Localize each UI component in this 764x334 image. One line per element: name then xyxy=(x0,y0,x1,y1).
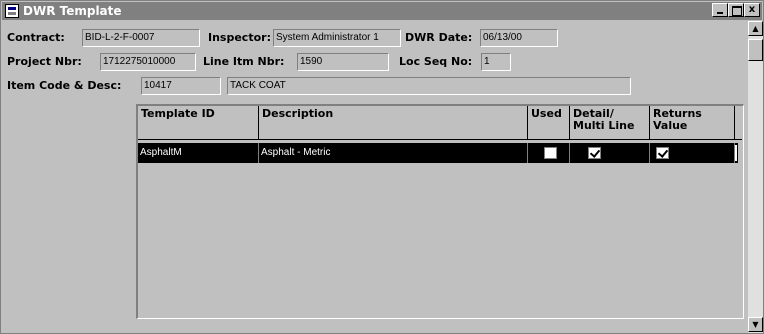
dwr-date-label: DWR Date: xyxy=(405,31,473,44)
loc-seq-no-field[interactable]: 1 xyxy=(481,53,511,71)
column-header-returns-value[interactable]: Returns Value xyxy=(650,106,735,140)
table-row[interactable]: AsphaltM Asphalt - Metric xyxy=(138,143,738,163)
project-nbr-field[interactable]: 1712275010000 xyxy=(100,53,196,71)
title-bar[interactable]: DWR Template x xyxy=(2,2,762,20)
contract-label: Contract: xyxy=(7,31,65,44)
item-code-field[interactable]: 10417 xyxy=(141,77,221,95)
window-title: DWR Template xyxy=(23,4,122,18)
scroll-thumb[interactable] xyxy=(748,39,763,61)
scroll-down-button[interactable]: ▼ xyxy=(748,317,763,332)
inspector-label: Inspector: xyxy=(208,31,271,44)
app-icon xyxy=(5,4,19,18)
cell-used xyxy=(528,143,570,163)
dwr-date-field[interactable]: 06/13/00 xyxy=(480,29,558,47)
returns-value-checkbox[interactable] xyxy=(656,147,669,159)
dwr-template-window: DWR Template x Contract: BID-L-2-F-0007 … xyxy=(0,0,764,334)
maximize-button[interactable] xyxy=(728,3,744,17)
column-header-template-id[interactable]: Template ID xyxy=(138,106,259,140)
row-focus-indicator xyxy=(735,145,737,161)
loc-seq-no-label: Loc Seq No: xyxy=(399,55,473,68)
close-button[interactable]: x xyxy=(744,3,760,17)
cell-template-id[interactable]: AsphaltM xyxy=(138,143,259,163)
cell-description[interactable]: Asphalt - Metric xyxy=(259,143,528,163)
inspector-field[interactable]: System Administrator 1 xyxy=(273,29,401,47)
minimize-button[interactable] xyxy=(712,3,728,17)
column-header-description[interactable]: Description xyxy=(259,106,528,140)
project-nbr-label: Project Nbr: xyxy=(7,55,82,68)
item-desc-field[interactable]: TACK COAT xyxy=(227,77,631,95)
contract-field[interactable]: BID-L-2-F-0007 xyxy=(82,29,200,47)
line-itm-nbr-label: Line Itm Nbr: xyxy=(203,55,285,68)
item-code-desc-label: Item Code & Desc: xyxy=(7,79,122,92)
scroll-up-button[interactable]: ▲ xyxy=(748,21,763,36)
cell-detail-multi-line xyxy=(570,143,650,163)
column-header-detail-multi-line[interactable]: Detail/ Multi Line xyxy=(570,106,650,140)
column-header-used[interactable]: Used xyxy=(528,106,570,140)
template-grid[interactable]: Template ID Description Used Detail/ Mul… xyxy=(136,104,744,319)
vertical-scrollbar[interactable]: ▲ ▼ xyxy=(748,21,763,333)
used-checkbox[interactable] xyxy=(544,147,557,159)
window-controls: x xyxy=(712,3,760,17)
grid-header: Template ID Description Used Detail/ Mul… xyxy=(138,106,742,140)
detail-multi-line-checkbox[interactable] xyxy=(588,147,601,159)
cell-returns-value xyxy=(650,143,735,163)
line-itm-nbr-field[interactable]: 1590 xyxy=(297,53,389,71)
